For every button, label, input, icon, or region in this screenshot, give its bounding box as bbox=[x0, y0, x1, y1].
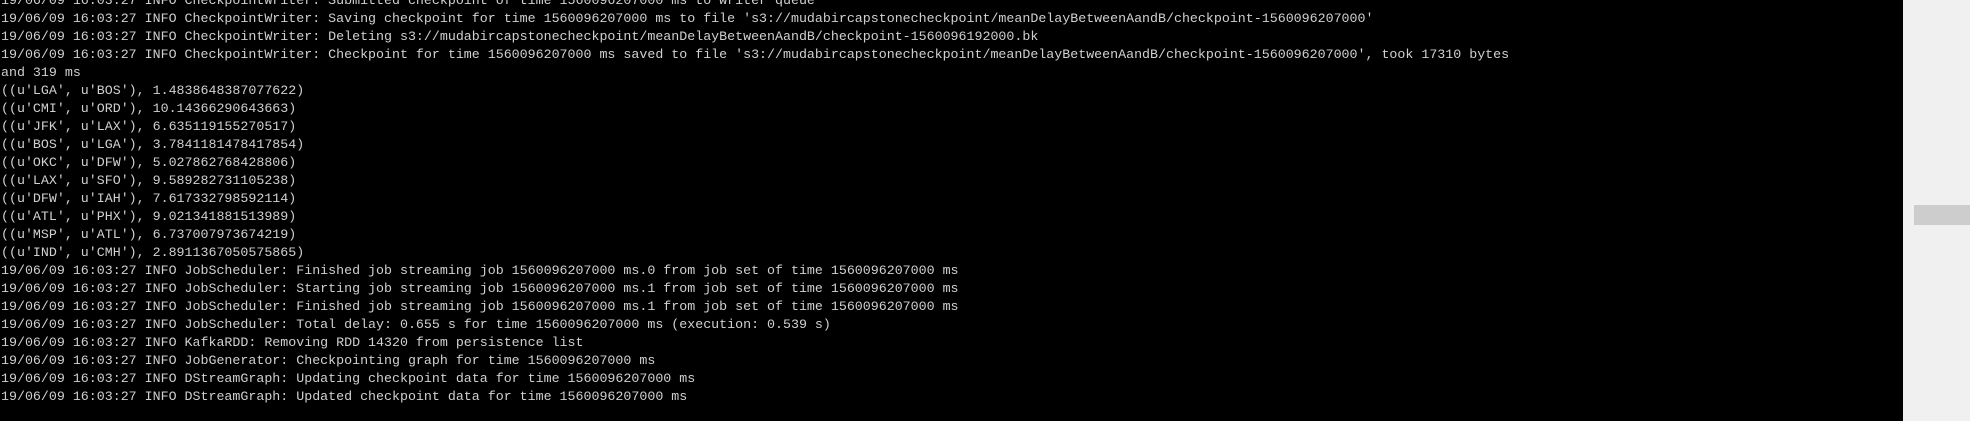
terminal-line: 19/06/09 16:03:27 INFO KafkaRDD: Removin… bbox=[1, 335, 584, 350]
terminal-line: ((u'IND', u'CMH'), 2.8911367050575865) bbox=[1, 245, 305, 260]
terminal-line: 19/06/09 16:03:27 INFO JobScheduler: Fin… bbox=[1, 263, 959, 278]
terminal-line: 19/06/09 16:03:27 INFO CheckpointWriter:… bbox=[1, 47, 1510, 62]
terminal-line: 19/06/09 16:03:27 INFO JobScheduler: Fin… bbox=[1, 299, 959, 314]
terminal-output[interactable]: 19/06/09 16:03:27 INFO CheckpointWriter:… bbox=[0, 0, 1900, 413]
terminal-line: 19/06/09 16:03:27 INFO CheckpointWriter:… bbox=[1, 11, 1374, 26]
scrollbar-thumb[interactable] bbox=[1914, 205, 1970, 225]
terminal-line: ((u'CMI', u'ORD'), 10.14366290643663) bbox=[1, 101, 297, 116]
terminal-line: 19/06/09 16:03:27 INFO JobScheduler: Sta… bbox=[1, 281, 959, 296]
terminal-line: 19/06/09 16:03:27 INFO CheckpointWriter:… bbox=[1, 0, 815, 8]
terminal-line: ((u'OKC', u'DFW'), 5.027862768428806) bbox=[1, 155, 297, 170]
terminal-line: 19/06/09 16:03:27 INFO JobScheduler: Tot… bbox=[1, 317, 831, 332]
terminal-line: ((u'DFW', u'IAH'), 7.617332798592114) bbox=[1, 191, 297, 206]
terminal-line: and 319 ms bbox=[1, 65, 81, 80]
terminal-line: ((u'LAX', u'SFO'), 9.589282731105238) bbox=[1, 173, 297, 188]
terminal-line: ((u'ATL', u'PHX'), 9.021341881513989) bbox=[1, 209, 297, 224]
terminal-window[interactable]: 19/06/09 16:03:27 INFO CheckpointWriter:… bbox=[0, 0, 1970, 421]
terminal-line: ((u'BOS', u'LGA'), 3.7841181478417854) bbox=[1, 137, 305, 152]
terminal-line: 19/06/09 16:03:27 INFO CheckpointWriter:… bbox=[1, 29, 1039, 44]
terminal-line: ((u'MSP', u'ATL'), 6.737007973674219) bbox=[1, 227, 297, 242]
terminal-line: ((u'JFK', u'LAX'), 6.635119155270517) bbox=[1, 119, 297, 134]
terminal-line: 19/06/09 16:03:27 INFO DStreamGraph: Upd… bbox=[1, 389, 688, 404]
terminal-line: ((u'LGA', u'BOS'), 1.4838648387077622) bbox=[1, 83, 305, 98]
vertical-scrollbar[interactable] bbox=[1903, 0, 1970, 421]
terminal-line: 19/06/09 16:03:27 INFO JobGenerator: Che… bbox=[1, 353, 656, 368]
terminal-line: 19/06/09 16:03:27 INFO DStreamGraph: Upd… bbox=[1, 371, 696, 386]
